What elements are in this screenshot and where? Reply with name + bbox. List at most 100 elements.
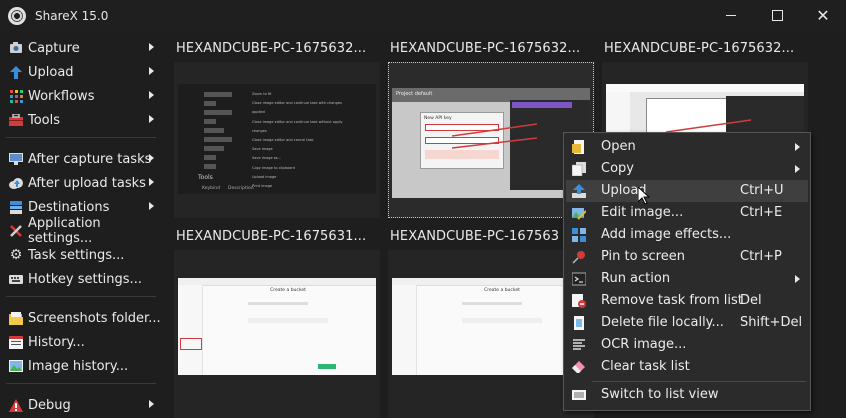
thumbnail-image: Create a bucket — [178, 278, 376, 375]
sidebar-item-label: After capture tasks — [28, 151, 152, 167]
folder-icon — [9, 311, 23, 325]
menu-item-run-action[interactable]: Run action — [566, 268, 808, 290]
submenu-arrow-icon — [149, 202, 154, 210]
title-bar: ShareX 15.0 ✕ — [0, 0, 846, 31]
camera-icon — [9, 41, 23, 55]
thumbnail-image: Zoom to fit Close image editor and conti… — [178, 84, 376, 194]
sidebar-item-label: Image history... — [28, 358, 129, 374]
window-controls: ✕ — [708, 0, 846, 31]
menu-item-switch-to-list-view[interactable]: Switch to list view — [566, 384, 808, 406]
shortcut-row: Upload image — [252, 174, 277, 179]
submenu-arrow-icon — [149, 115, 154, 123]
sidebar-item-hotkey-settings[interactable]: Hotkey settings... — [0, 268, 162, 290]
task-thumbnail[interactable]: Create a bucket — [174, 250, 380, 418]
sidebar-item-destinations[interactable]: Destinations — [0, 196, 162, 218]
stack-icon — [9, 200, 23, 214]
thumb-heading: Create a bucket — [484, 288, 520, 293]
warning-icon — [9, 398, 23, 412]
sidebar-item-upload[interactable]: Upload — [0, 61, 162, 83]
sidebar-item-label: Hotkey settings... — [28, 271, 142, 287]
image-icon — [9, 359, 23, 373]
menu-item-remove-task[interactable]: Remove task from list Del — [566, 290, 808, 312]
submenu-arrow-icon — [795, 275, 800, 283]
sidebar-item-label: Destinations — [28, 199, 110, 215]
wrench-icon — [9, 224, 23, 238]
menu-item-label: Open — [601, 139, 636, 154]
menu-item-label: Remove task from list — [601, 293, 743, 308]
sidebar-divider — [6, 296, 156, 297]
submenu-arrow-icon — [149, 400, 154, 408]
sidebar-item-after-upload-tasks[interactable]: After upload tasks — [0, 172, 162, 194]
tile-title: HEXANDCUBE-PC-1675632... — [604, 41, 795, 56]
close-button[interactable]: ✕ — [800, 0, 846, 31]
maximize-button[interactable] — [754, 0, 800, 31]
thumbnail-image: Project default New API key — [392, 88, 590, 198]
vertical-scrollbar[interactable] — [838, 31, 846, 418]
menu-item-label: Add image effects... — [601, 227, 732, 242]
submenu-arrow-icon — [795, 165, 800, 173]
upload-arrow-icon — [9, 65, 23, 79]
terminal-icon — [572, 272, 586, 286]
toolbox-icon — [9, 113, 23, 127]
menu-item-shortcut: Shift+Del — [740, 315, 803, 330]
submenu-arrow-icon — [149, 91, 154, 99]
menu-item-shortcut: Del — [740, 293, 762, 308]
submenu-arrow-icon — [149, 67, 154, 75]
history-icon — [9, 335, 23, 349]
menu-item-clear-task-list[interactable]: Clear task list — [566, 356, 808, 378]
sidebar-item-application-settings[interactable]: Application settings... — [0, 216, 162, 246]
sidebar-item-label: Tools — [28, 112, 61, 128]
monitor-icon — [9, 152, 23, 166]
menu-item-open[interactable]: Open — [566, 136, 808, 158]
sidebar-item-label: Upload — [28, 64, 74, 80]
mouse-cursor-icon — [638, 187, 650, 205]
thumb-col-header: Keybind — [202, 186, 220, 191]
menu-item-delete-file[interactable]: Delete file locally... Shift+Del — [566, 312, 808, 334]
menu-item-shortcut: Ctrl+U — [740, 183, 784, 198]
shortcut-row: Print image — [252, 184, 273, 189]
sidebar-item-workflows[interactable]: Workflows — [0, 85, 162, 107]
menu-item-label: Pin to screen — [601, 249, 685, 264]
sidebar-item-label: Screenshots folder... — [28, 310, 161, 326]
shortcut-list: Zoom to fit Close image editor and conti… — [204, 90, 354, 191]
menu-item-copy[interactable]: Copy — [566, 158, 808, 180]
sidebar-item-label: History... — [28, 334, 85, 350]
menu-item-pin-to-screen[interactable]: Pin to screen Ctrl+P — [566, 246, 808, 268]
menu-item-edit-image[interactable]: Edit image... Ctrl+E — [566, 202, 808, 224]
menu-item-upload[interactable]: Upload Ctrl+U — [566, 180, 808, 202]
main-menu-sidebar: Capture Upload Workflows Tools After cap… — [0, 31, 162, 418]
tile-title: HEXANDCUBE-PC-1675632... — [176, 41, 367, 56]
thumb-col-header: Description — [228, 186, 254, 191]
pin-icon — [572, 251, 585, 264]
menu-item-label: Clear task list — [601, 359, 690, 374]
sidebar-item-history[interactable]: History... — [0, 331, 162, 353]
sidebar-item-debug[interactable]: Debug — [0, 394, 162, 416]
sidebar-item-image-history[interactable]: Image history... — [0, 355, 162, 377]
effects-icon — [572, 228, 586, 242]
delete-file-icon — [574, 316, 584, 330]
tile-title: HEXANDCUBE-PC-1675631... — [176, 229, 367, 244]
sidebar-item-label: Application settings... — [28, 216, 101, 246]
minimize-button[interactable] — [708, 0, 754, 31]
thumb-heading: Create a bucket — [270, 288, 306, 293]
sidebar-divider — [6, 137, 156, 138]
menu-item-shortcut: Ctrl+E — [740, 205, 783, 220]
sidebar-item-label: Debug — [28, 397, 71, 413]
gear-icon: ⚙ — [9, 247, 23, 263]
ocr-icon — [573, 339, 585, 350]
thumbnail-image: Create a bucket — [392, 278, 590, 375]
menu-item-label: Run action — [601, 271, 671, 286]
grid-icon — [9, 89, 23, 103]
sidebar-divider — [6, 383, 156, 384]
task-thumbnail[interactable]: Zoom to fit Close image editor and conti… — [174, 62, 380, 218]
sidebar-item-capture[interactable]: Capture — [0, 37, 162, 59]
sidebar-item-after-capture-tasks[interactable]: After capture tasks — [0, 148, 162, 170]
menu-item-ocr-image[interactable]: OCR image... — [566, 334, 808, 356]
menu-item-label: Copy — [601, 161, 634, 176]
menu-item-add-image-effects[interactable]: Add image effects... — [566, 224, 808, 246]
close-icon: ✕ — [816, 5, 830, 25]
sidebar-item-task-settings[interactable]: ⚙ Task settings... — [0, 244, 162, 266]
sidebar-item-screenshots-folder[interactable]: Screenshots folder... — [0, 307, 162, 329]
sidebar-item-tools[interactable]: Tools — [0, 109, 162, 131]
copy-icon — [572, 162, 586, 176]
